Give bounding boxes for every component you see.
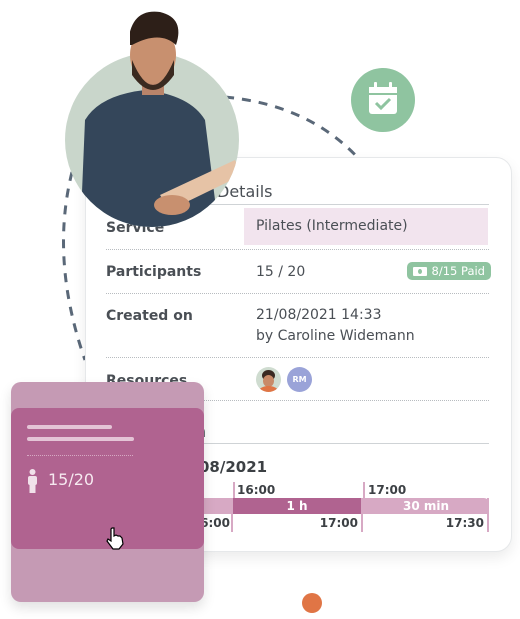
timeline-slot-30min[interactable]: 30 min — [363, 498, 489, 514]
slot-start-time: 17:00 — [368, 483, 407, 497]
orange-dot — [302, 593, 322, 613]
participants-value: 15 / 20 — [256, 264, 306, 280]
row-divider — [106, 293, 489, 294]
schedule-date: 08/2021 — [199, 458, 268, 476]
booking-card-ghost[interactable]: 15/20 — [11, 382, 204, 602]
participants-count: 15/20 — [48, 470, 95, 489]
row-divider — [106, 357, 489, 358]
created-on-label: Created on — [106, 308, 193, 324]
subtitle-placeholder — [27, 437, 134, 441]
slot-end-time: 17:00 — [319, 516, 358, 530]
created-by: by Caroline Widemann — [256, 328, 415, 344]
divider — [27, 455, 133, 456]
hand-cursor-icon — [106, 527, 124, 550]
booking-card[interactable]: 15/20 — [11, 408, 204, 550]
row-divider — [106, 249, 489, 250]
resource-avatar-rm[interactable]: RM — [287, 367, 312, 392]
calendar-check-icon — [351, 68, 415, 132]
slot-start-time: 16:00 — [237, 483, 276, 497]
timeline-slot-1h[interactable]: 1 h — [233, 498, 361, 514]
banknote-icon — [412, 266, 427, 276]
customer-photo — [65, 11, 239, 227]
paid-badge[interactable]: 8/15 Paid — [406, 262, 491, 280]
created-on-date: 21/08/2021 14:33 — [256, 307, 382, 323]
paid-badge-text: 8/15 Paid — [431, 264, 485, 278]
service-value[interactable]: Pilates (Intermediate) — [244, 208, 488, 245]
slot-end-time: 17:30 — [445, 516, 484, 530]
resource-avatar-photo[interactable] — [256, 367, 281, 392]
timeline-tick — [487, 498, 489, 532]
person-icon — [28, 469, 37, 493]
title-placeholder — [27, 425, 112, 429]
participants-label: Participants — [106, 264, 202, 280]
